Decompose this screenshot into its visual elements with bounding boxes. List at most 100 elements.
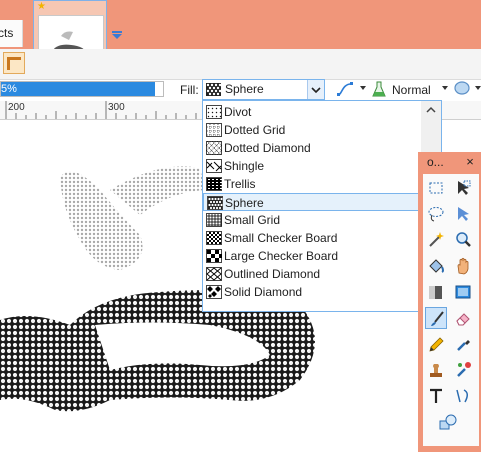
trellis-pattern-icon	[206, 177, 222, 191]
chevron-down-icon[interactable]	[307, 80, 324, 99]
eraser-icon	[456, 313, 470, 326]
fill-option-label: Dotted Grid	[224, 123, 286, 137]
eraser-tool[interactable]	[452, 307, 474, 329]
tools-window: o... ×	[418, 152, 481, 452]
color-picker-tool[interactable]	[452, 333, 474, 355]
pan-hand-icon	[457, 257, 469, 275]
solid-diamond-pattern-icon	[206, 285, 222, 299]
fill-select-value: Sphere	[225, 82, 264, 96]
fill-select[interactable]: Sphere	[202, 79, 325, 100]
fill-option-dotted-diamond[interactable]: Dotted Diamond	[203, 139, 420, 157]
gradient-fill-icon	[455, 285, 471, 299]
rectangle-select-icon	[429, 182, 443, 194]
gradient-fill-tool[interactable]	[452, 281, 474, 303]
lasso-select-icon	[428, 207, 444, 222]
fill-option-small-grid[interactable]: Small Grid	[203, 211, 420, 229]
divot-pattern-icon	[206, 105, 222, 119]
fill-dropdown-list[interactable]: Divot Dotted Grid Dotted Diamond Shingle Tre…	[202, 100, 442, 312]
line-curve-tool[interactable]	[452, 385, 474, 407]
pencil-icon	[429, 337, 444, 352]
zoom-tool[interactable]	[452, 229, 474, 251]
move-selection-tool[interactable]	[452, 177, 474, 199]
fill-option-shingle[interactable]: Shingle	[203, 157, 420, 175]
curve-dropdown-arrow-icon[interactable]	[360, 86, 366, 90]
move-selection-alt-icon	[458, 207, 469, 221]
lasso-select-tool[interactable]	[425, 203, 447, 225]
antialiasing-icon[interactable]	[453, 80, 471, 96]
sphere-pattern-icon	[206, 83, 221, 96]
dotted-diamond-pattern-icon	[206, 141, 222, 155]
fill-option-label: Trellis	[224, 177, 256, 191]
clone-stamp-tool[interactable]	[425, 359, 447, 381]
progress-fill	[1, 82, 155, 96]
fill-option-trellis[interactable]: Trellis	[203, 175, 420, 193]
ruler-label-200: 200	[8, 102, 25, 113]
recolor-icon	[457, 362, 471, 377]
fill-option-label: Large Checker Board	[224, 249, 339, 263]
fill-option-label: Divot	[224, 105, 252, 119]
close-icon[interactable]: ×	[462, 154, 478, 170]
fill-option-label: Small Grid	[224, 213, 281, 227]
recolor-tool[interactable]	[452, 359, 474, 381]
dotted-grid-pattern-icon	[206, 123, 222, 137]
alpha-blending-icon[interactable]	[372, 81, 386, 97]
rectangle-select-tool[interactable]	[425, 177, 447, 199]
shapes-icon	[439, 414, 457, 430]
blend-dropdown-arrow-icon[interactable]	[442, 86, 448, 90]
small-grid-pattern-icon	[206, 213, 222, 227]
tools-window-title: o...	[427, 155, 444, 169]
gradient-tool[interactable]	[425, 281, 447, 303]
progress-text: 5%	[1, 83, 17, 95]
image-tabs-bar: cts ★	[0, 0, 481, 72]
progress-bar: 5%	[0, 81, 164, 97]
gradient-icon	[429, 286, 442, 299]
fill-option-label: Solid Diamond	[224, 285, 303, 299]
text-icon	[430, 388, 442, 403]
shingle-pattern-icon	[206, 159, 222, 173]
paintbrush-icon	[431, 311, 444, 326]
paint-bucket-tool[interactable]	[425, 255, 447, 277]
sphere-pattern-icon	[207, 196, 223, 210]
fill-label: Fill:	[180, 83, 199, 97]
fill-option-large-checker-board[interactable]: Large Checker Board	[203, 247, 420, 265]
color-picker-icon	[457, 340, 470, 351]
paintbrush-tool[interactable]	[425, 307, 447, 329]
tool-options-icon	[7, 57, 21, 70]
shapes-tool[interactable]	[437, 411, 459, 433]
tools-window-titlebar[interactable]: o... ×	[418, 152, 481, 172]
clone-stamp-icon	[430, 364, 442, 377]
fill-option-label: Dotted Diamond	[224, 141, 311, 155]
text-tool[interactable]	[425, 385, 447, 407]
zoom-icon	[456, 232, 471, 247]
paint-bucket-icon	[429, 259, 444, 273]
fill-option-dotted-grid[interactable]: Dotted Grid	[203, 121, 420, 139]
blend-mode-select[interactable]: Normal	[392, 83, 431, 97]
current-tool-button[interactable]	[3, 52, 25, 74]
magic-wand-icon	[429, 232, 444, 247]
tab-effects[interactable]: cts	[0, 20, 23, 47]
pencil-tool[interactable]	[425, 333, 447, 355]
tool-toolbar	[0, 49, 481, 80]
move-selection-icon	[458, 180, 471, 195]
tabs-overflow-icon[interactable]	[111, 30, 123, 40]
unsaved-star-icon: ★	[37, 1, 46, 12]
pan-hand-tool[interactable]	[452, 255, 474, 277]
line-curve-icon	[456, 389, 468, 403]
scroll-up-icon[interactable]	[421, 101, 441, 119]
fill-option-label: Outlined Diamond	[224, 267, 321, 281]
light-brush-stroke	[60, 166, 205, 270]
fill-option-label: Sphere	[225, 196, 264, 210]
antialiasing-dropdown-arrow-icon[interactable]	[475, 86, 481, 90]
fill-option-sphere[interactable]: Sphere	[203, 193, 420, 211]
large-checker-pattern-icon	[206, 249, 222, 263]
fill-option-divot[interactable]: Divot	[203, 103, 420, 121]
outlined-diamond-pattern-icon	[206, 267, 222, 281]
fill-option-outlined-diamond[interactable]: Outlined Diamond	[203, 265, 420, 283]
magic-wand-tool[interactable]	[425, 229, 447, 251]
fill-option-small-checker-board[interactable]: Small Checker Board	[203, 229, 420, 247]
line-curve-style-icon[interactable]	[336, 80, 354, 98]
fill-option-label: Small Checker Board	[224, 231, 338, 245]
move-selection-alt-tool[interactable]	[452, 203, 474, 225]
fill-option-solid-diamond[interactable]: Solid Diamond	[203, 283, 420, 301]
fill-option-label: Shingle	[224, 159, 265, 173]
